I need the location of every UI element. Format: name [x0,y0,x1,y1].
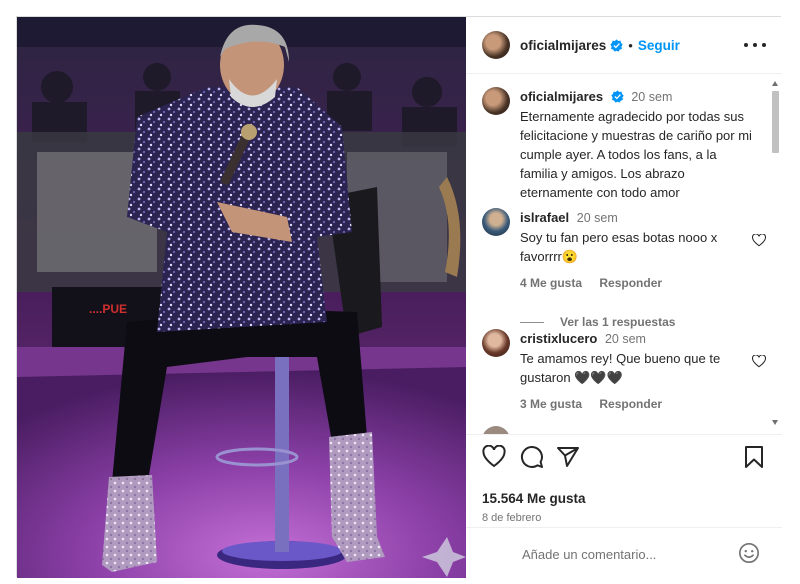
comment-time[interactable]: 20 sem [577,211,618,225]
scroll-down-arrow[interactable] [772,420,778,425]
comment-meta: 4 Me gusta Responder [520,276,752,290]
comment-likes[interactable]: 4 Me gusta [520,276,582,290]
more-options-icon[interactable] [744,35,766,55]
verified-icon [610,38,623,52]
comment-text: Te amamos rey! Que bueno que te gustaron… [520,351,721,385]
comment-time[interactable]: 20 sem [605,332,646,346]
comments-list[interactable]: oficialmijares 20 sem Eternamente agrade… [466,74,782,434]
bookmark-icon[interactable] [742,445,766,469]
comment-item: cristixlucero 20 sem Te amamos rey! Que … [482,329,766,411]
comments-scrollbar[interactable] [770,81,780,425]
emoji-icon[interactable] [738,542,760,564]
share-icon[interactable] [556,445,580,469]
add-comment-bar [466,527,782,578]
post-photo[interactable]: ....PUE [17,17,466,578]
comment-text: Soy tu fan pero esas botas nooo x favorr… [520,230,718,264]
heart-icon[interactable] [752,355,766,368]
author-avatar[interactable] [482,31,510,59]
commenter-avatar[interactable] [482,329,510,357]
caption-username[interactable]: oficialmijares [520,89,603,104]
scroll-thumb[interactable] [772,91,779,153]
verified-icon [611,90,624,103]
follow-button[interactable]: Seguir [638,38,680,53]
heart-icon[interactable] [752,234,766,247]
heart-icon[interactable] [482,445,506,469]
comment-likes[interactable]: 3 Me gusta [520,397,582,411]
view-replies-label[interactable]: Ver las 1 respuestas [560,315,675,329]
commenter-username[interactable]: cristixlucero [520,331,597,346]
caption-entry: oficialmijares 20 sem Eternamente agrade… [482,87,752,202]
scroll-up-arrow[interactable] [772,81,778,86]
replies-divider [520,321,544,323]
commenter-username[interactable]: islrafael [520,210,569,225]
reply-button[interactable]: Responder [599,276,662,290]
post-side-panel: oficialmijares • Seguir oficialmijares 2… [466,17,782,578]
caption-time[interactable]: 20 sem [631,90,672,104]
comment-meta: 3 Me gusta Responder [520,397,752,411]
commenter-avatar[interactable] [482,426,510,434]
comment-icon[interactable] [520,445,544,469]
post-date[interactable]: 8 de febrero [482,512,541,524]
banner-text: ....PUE [89,302,127,316]
likes-count[interactable]: 15.564 Me gusta [482,491,586,506]
author-username[interactable]: oficialmijares [520,38,606,53]
post-header: oficialmijares • Seguir [466,17,782,74]
post-modal: ....PUE oficialmijares • Seguir oficialm… [16,16,782,578]
caption-text: Eternamente agradecido por todas sus fel… [520,109,752,200]
comment-input[interactable] [522,544,722,564]
separator-dot: • [628,37,633,53]
commenter-avatar[interactable] [482,208,510,236]
action-icons [482,445,766,469]
view-replies-button[interactable]: Ver las 1 respuestas [520,315,675,329]
comment-item: islrafael 20 sem Soy tu fan pero esas bo… [482,208,766,290]
reply-button[interactable]: Responder [599,397,662,411]
concert-photo: ....PUE [17,17,466,578]
author-avatar[interactable] [482,87,510,115]
